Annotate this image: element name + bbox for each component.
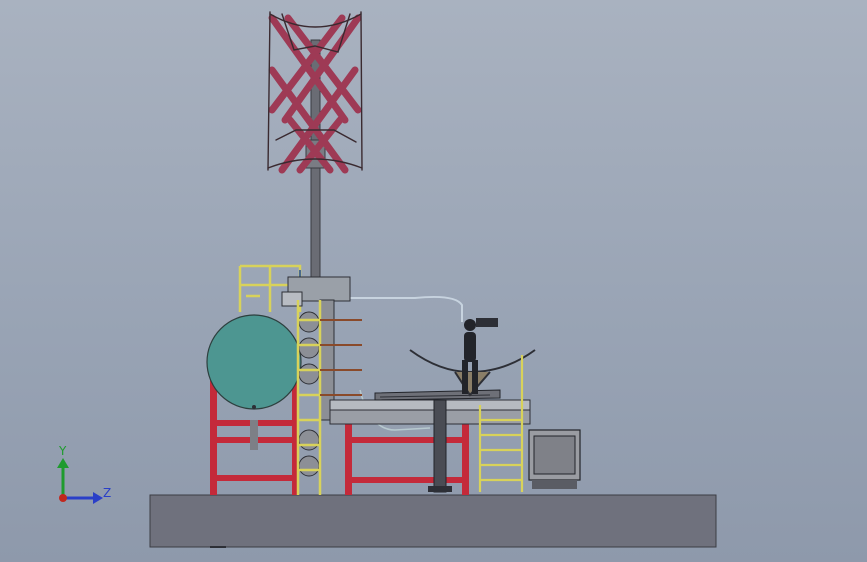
base-slab (149, 494, 717, 548)
collector-arm (374, 389, 501, 401)
control-cabinet (528, 429, 581, 489)
machinery-housing (281, 276, 351, 307)
axis-y-label: Y (58, 444, 67, 458)
origin-dot-icon (59, 494, 67, 502)
axis-triad: Y Z (57, 444, 111, 504)
cad-viewport[interactable]: Y Z (0, 0, 867, 562)
rotor-columns (298, 299, 335, 477)
storage-tank (206, 314, 302, 450)
axis-z-label: Z (103, 486, 111, 500)
